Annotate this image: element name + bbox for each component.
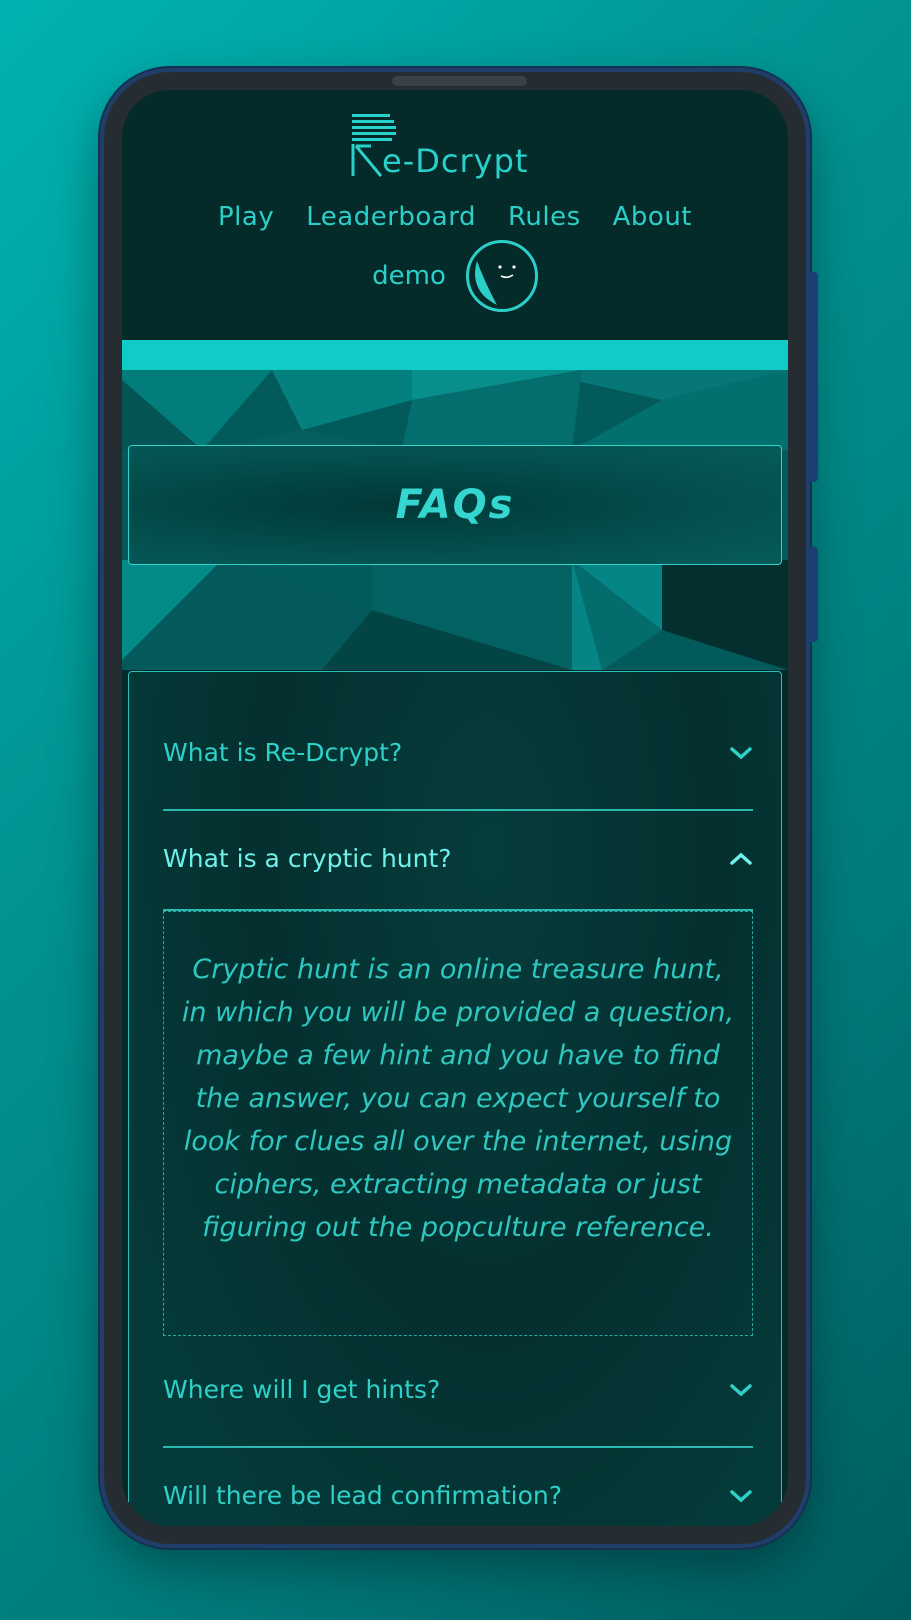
username[interactable]: demo — [372, 261, 446, 291]
page-title: FAQs — [395, 482, 515, 528]
avatar-face-icon — [474, 261, 516, 305]
faq-answer-panel: Cryptic hunt is an online treasure hunt,… — [163, 911, 753, 1336]
faq-item-lead-confirmation[interactable]: Will there be lead confirmation? — [163, 1481, 753, 1510]
chevron-up-icon — [730, 852, 752, 865]
phone-side-button — [810, 547, 818, 642]
logo-text[interactable]: e-Dcrypt — [382, 142, 528, 180]
faq-accordion: What is Re-Dcrypt? What is a cryptic hun… — [128, 671, 782, 1526]
phone-side-button — [810, 272, 818, 482]
nav-rules[interactable]: Rules — [508, 202, 581, 232]
faq-answer: Cryptic hunt is an online treasure hunt,… — [181, 954, 735, 1243]
site-header: e-Dcrypt Play Leaderboard Rules About de… — [122, 90, 788, 340]
avatar[interactable] — [465, 240, 538, 312]
faq-question: Where will I get hints? — [163, 1375, 441, 1404]
phone-frame: e-Dcrypt Play Leaderboard Rules About de… — [100, 68, 818, 1548]
user-menu: demo — [122, 240, 788, 312]
chevron-down-icon — [730, 1489, 752, 1502]
chevron-down-icon — [730, 1383, 752, 1396]
faq-question: Will there be lead confirmation? — [163, 1481, 562, 1510]
chevron-down-icon — [730, 746, 752, 759]
faq-item-cryptic-hunt[interactable]: What is a cryptic hunt? — [163, 844, 753, 873]
nav-about[interactable]: About — [613, 202, 692, 232]
phone-speaker — [392, 76, 527, 86]
faq-divider — [163, 809, 753, 811]
faq-item-what-is-redcrypt[interactable]: What is Re-Dcrypt? — [163, 738, 753, 767]
faq-item-hints[interactable]: Where will I get hints? — [163, 1375, 753, 1404]
app-screen: e-Dcrypt Play Leaderboard Rules About de… — [122, 90, 788, 1526]
faq-question: What is a cryptic hunt? — [163, 844, 452, 873]
main-nav: Play Leaderboard Rules About — [122, 202, 788, 232]
nav-play[interactable]: Play — [218, 202, 274, 232]
faq-question: What is Re-Dcrypt? — [163, 738, 403, 767]
faq-divider — [163, 1446, 753, 1448]
nav-leaderboard[interactable]: Leaderboard — [306, 202, 476, 232]
page-title-box: FAQs — [128, 445, 782, 565]
